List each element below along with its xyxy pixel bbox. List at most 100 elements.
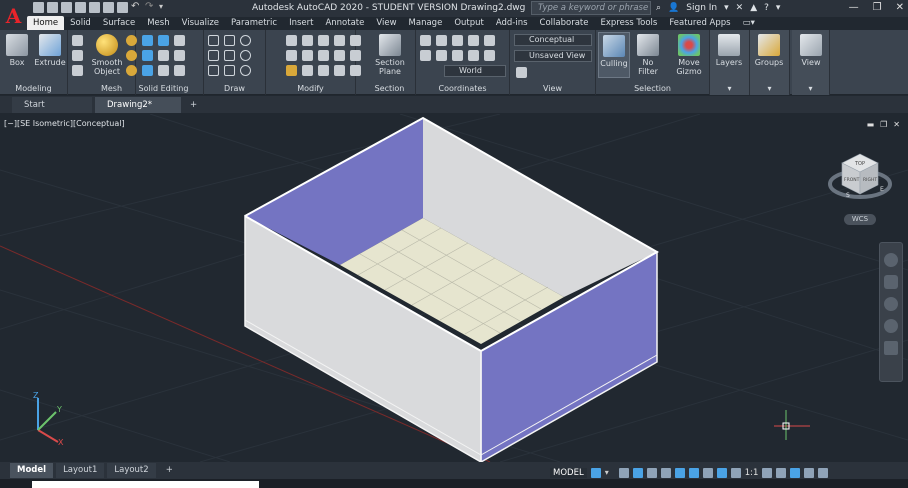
new-file-icon[interactable]	[33, 2, 44, 13]
application-menu-button[interactable]: A	[0, 0, 27, 32]
rectangle-icon[interactable]	[208, 65, 219, 76]
open-file-icon[interactable]	[47, 2, 58, 13]
erase-icon[interactable]	[286, 65, 297, 76]
offset-icon[interactable]	[318, 65, 329, 76]
circle-icon[interactable]	[240, 50, 251, 61]
plus-icon[interactable]	[776, 467, 787, 478]
separate-icon[interactable]	[174, 65, 185, 76]
layout-tab-layout1[interactable]: Layout1	[56, 463, 105, 478]
spline-icon[interactable]	[208, 50, 219, 61]
panel-label-solid-editing[interactable]: Solid Editing	[124, 84, 203, 93]
customization-icon[interactable]	[818, 467, 829, 478]
interfere-icon[interactable]	[158, 50, 169, 61]
polyline-icon[interactable]	[224, 35, 235, 46]
panel-label-selection[interactable]: Selection	[596, 84, 709, 93]
box-button[interactable]: Box	[0, 34, 34, 67]
customize-qat-icon[interactable]: ▾	[159, 2, 170, 13]
tab-manage[interactable]: Manage	[403, 16, 449, 30]
slice-icon[interactable]	[174, 35, 185, 46]
tab-insert[interactable]: Insert	[283, 16, 319, 30]
panel-label-section[interactable]: Section	[364, 84, 415, 93]
explode-icon[interactable]	[302, 65, 313, 76]
showmotion-icon[interactable]	[884, 341, 898, 355]
annotation-scale[interactable]: 1:1	[745, 468, 759, 478]
tab-home[interactable]: Home	[27, 16, 65, 30]
new-tab-button[interactable]: +	[184, 97, 203, 113]
undo-icon[interactable]: ↶	[131, 2, 142, 13]
fillet-edge-icon[interactable]	[142, 65, 153, 76]
move-gizmo-button[interactable]: Move Gizmo	[672, 34, 706, 76]
viewport-config-icon[interactable]	[516, 67, 527, 78]
save-web-icon[interactable]	[103, 2, 114, 13]
gear-icon[interactable]	[762, 467, 773, 478]
close-icon[interactable]: ✕	[893, 120, 900, 129]
new-layout-button[interactable]: +	[159, 463, 180, 478]
tab-add-ins[interactable]: Add-ins	[490, 16, 534, 30]
smooth-more-icon[interactable]	[126, 35, 137, 46]
presspull-icon[interactable]	[72, 50, 83, 61]
ucs-x-icon[interactable]	[452, 35, 463, 46]
binoculars-icon[interactable]: ⌕	[656, 3, 661, 13]
ucs-face-icon[interactable]	[468, 50, 479, 61]
file-tab-drawing2[interactable]: Drawing2*	[95, 97, 181, 113]
tab-visualize[interactable]: Visualize	[176, 16, 225, 30]
layout-tab-model[interactable]: Model	[10, 463, 54, 478]
named-view-dropdown[interactable]: Unsaved View	[514, 50, 592, 62]
auto-scale-icon[interactable]	[730, 467, 741, 478]
ribbon-minimize-icon[interactable]: ▭▾	[737, 16, 761, 30]
panel-label-draw[interactable]: Draw	[204, 84, 265, 93]
copy-icon[interactable]	[350, 35, 361, 46]
viewport-controls-label[interactable]: [−][SE Isometric][Conceptual]	[4, 119, 125, 128]
ucs-dropdown[interactable]: World	[444, 65, 506, 77]
ucs-view-icon[interactable]	[436, 50, 447, 61]
culling-button[interactable]: Culling	[598, 32, 630, 78]
extract-edges-icon[interactable]	[158, 65, 169, 76]
line-icon[interactable]	[208, 35, 219, 46]
exchange-icon[interactable]: ✕	[736, 3, 744, 13]
thicken-icon[interactable]	[174, 50, 185, 61]
section-plane-button[interactable]: Section Plane	[372, 34, 408, 76]
viewcube[interactable]: TOP FRONT RIGHT S E	[828, 153, 892, 199]
help-icon[interactable]: ?	[764, 3, 769, 13]
redo-icon[interactable]: ↷	[145, 2, 156, 13]
ucs-y-icon[interactable]	[468, 35, 479, 46]
ortho-icon[interactable]	[618, 467, 629, 478]
polygon-icon[interactable]	[224, 50, 235, 61]
tab-collaborate[interactable]: Collaborate	[534, 16, 595, 30]
union-icon[interactable]	[142, 35, 153, 46]
smooth-less-icon[interactable]	[126, 50, 137, 61]
clean-screen-icon[interactable]	[804, 467, 815, 478]
a360-icon[interactable]: ▲	[750, 3, 757, 13]
chevron-down-icon[interactable]: ▾	[776, 3, 781, 13]
tab-solid[interactable]: Solid	[64, 16, 97, 30]
ucs-object-icon[interactable]	[452, 50, 463, 61]
minimize-icon[interactable]: ▬	[867, 120, 875, 129]
panel-label-view[interactable]: View	[510, 84, 595, 93]
isolate-objects-icon[interactable]	[790, 467, 801, 478]
chevron-down-icon[interactable]: ▾	[724, 3, 729, 13]
object-snap-icon[interactable]	[674, 467, 685, 478]
plot-icon[interactable]	[117, 2, 128, 13]
layers-expand-icon[interactable]: ▾	[710, 84, 749, 93]
ucs-3point-icon[interactable]	[484, 50, 495, 61]
grid-icon[interactable]	[590, 467, 601, 478]
restore-icon[interactable]: ❐	[873, 2, 882, 13]
ucs-z-icon[interactable]	[484, 35, 495, 46]
view-button[interactable]: View	[794, 34, 828, 67]
arc-icon[interactable]	[240, 35, 251, 46]
close-icon[interactable]: ✕	[896, 2, 904, 13]
region-icon[interactable]	[224, 65, 235, 76]
object-snap-tracking-icon[interactable]	[660, 467, 671, 478]
user-icon[interactable]: 👤	[668, 3, 679, 13]
tab-express-tools[interactable]: Express Tools	[594, 16, 663, 30]
polar-icon[interactable]	[632, 467, 643, 478]
tab-parametric[interactable]: Parametric	[225, 16, 283, 30]
extrude-button[interactable]: Extrude	[33, 34, 67, 67]
save-icon[interactable]	[61, 2, 72, 13]
tab-view[interactable]: View	[370, 16, 402, 30]
tab-surface[interactable]: Surface	[97, 16, 141, 30]
tab-output[interactable]: Output	[448, 16, 490, 30]
visual-style-dropdown[interactable]: Conceptual	[514, 34, 592, 46]
sign-in-link[interactable]: Sign In	[686, 3, 717, 13]
model-space-toggle[interactable]: MODEL	[550, 467, 587, 478]
